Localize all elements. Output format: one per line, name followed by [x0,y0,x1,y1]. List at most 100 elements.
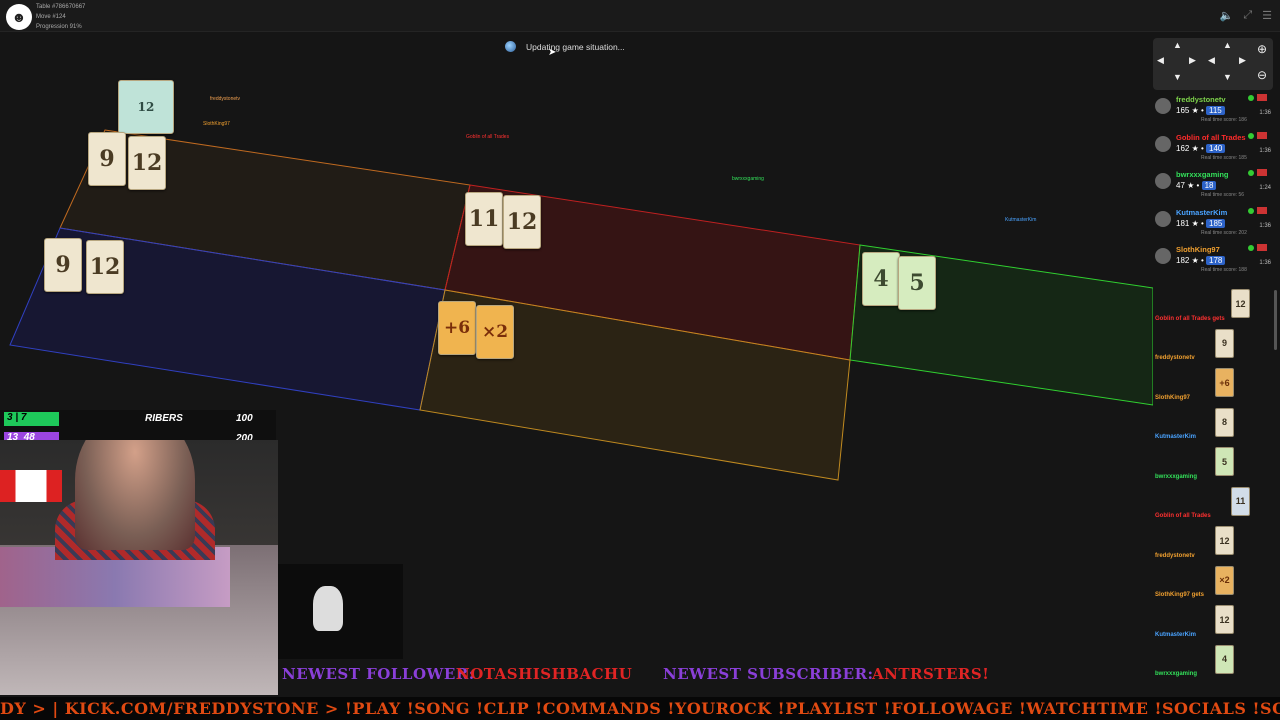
player-score: 178 [1206,256,1226,265]
board-card[interactable]: 5 [898,256,936,310]
arrow-up-icon[interactable]: ▲ [1223,40,1232,50]
log-player-name: Goblin of all Trades [1155,513,1211,519]
log-player-name: freddystonetv [1155,552,1195,559]
online-status-icon [1248,132,1254,139]
log-card: 8 [1215,407,1234,437]
player-score: 140 [1206,143,1226,153]
fullscreen-icon[interactable]: ⤢ [1243,9,1252,22]
top-icons: 🔈 ⤢ ☰ [1220,9,1272,22]
player-entry[interactable]: SlothKing97 182 ★ • 178 Real time score: 1… [1153,244,1273,282]
log-entry: Goblin of all Trades gets 12 [1153,286,1273,326]
arrow-up-icon[interactable]: ▲ [1173,40,1182,50]
player-name[interactable]: freddystonetv [1176,95,1226,104]
menu-icon[interactable]: ☰ [1262,9,1272,22]
player-clock: 1:36 [1259,147,1271,154]
newest-subscriber-label: NEWEST SUBSCRIBER: [663,665,874,683]
real-time-score: Real time score: 186 [1201,117,1247,123]
goal-value: 100 [236,413,253,424]
player-stats: 165 ★ • 115 [1176,106,1225,115]
board-card[interactable]: 12 [118,80,174,134]
arrow-left-icon[interactable]: ◀ [1157,55,1164,66]
stream-frame: ☻ Table #786670667 Move #124 Progression… [0,0,1280,720]
player-avatar[interactable] [1155,135,1171,152]
board-card[interactable]: 9 [88,132,126,186]
log-card: 11 [1231,486,1250,516]
webcam-feed [0,440,278,695]
zoom-in-icon[interactable]: ⊕ [1257,42,1267,56]
board-card[interactable]: ×2 [476,305,514,359]
log-player-name: KutmasterKim [1155,631,1197,638]
board-card[interactable]: 12 [503,195,541,249]
online-status-icon [1248,245,1254,251]
zoom-out-icon[interactable]: ⊖ [1257,68,1267,82]
player-name[interactable]: SlothKing97 [1176,245,1220,254]
player-tag: bwrxxxgaming [732,176,764,182]
board-card[interactable]: 12 [86,240,124,294]
board-card[interactable]: 11 [465,192,503,246]
log-entry: KutmasterKim 8 [1153,405,1273,445]
board-card[interactable]: 12 [128,136,166,190]
log-card: 12 [1215,526,1234,555]
board-card[interactable]: 4 [862,252,900,306]
player-avatar[interactable] [1155,98,1171,114]
newest-follower-label: NEWEST FOLLOWER: [282,665,475,683]
flag-icon [1257,131,1267,139]
log-player-name: SlothKing97 [1155,394,1191,401]
player-clock: 1:36 [1259,110,1271,116]
log-entry: freddystonetv 9 [1153,326,1273,366]
log-entry: KutmasterKim 12 [1153,602,1273,642]
player-avatar[interactable] [1155,248,1171,264]
goal-row: 3 | 7 RIBERS 100 [0,412,276,429]
log-card: 4 [1215,644,1234,674]
player-tag: KutmasterKim [1005,217,1037,223]
arrow-down-icon[interactable]: ▼ [1173,72,1182,82]
log-entry: bwrxxxgaming 5 [1153,444,1273,484]
player-stats: 181 ★ • 185 [1176,218,1226,228]
log-entry: bwrxxxgaming 4 [1153,642,1273,682]
player-entry[interactable]: bwrxxxgaming 47 ★ • 18 Real time score: 56… [1153,169,1273,207]
player-entry[interactable]: KutmasterKim 181 ★ • 185 Real time score: … [1153,206,1273,245]
player-entry[interactable]: freddystonetv 165 ★ • 115 Real time score:… [1153,94,1273,132]
player-clock: 1:36 [1259,222,1271,229]
log-entry: freddystonetv 12 [1153,523,1273,563]
log-card: +6 [1215,368,1234,397]
canada-flag [0,470,62,502]
player-entry[interactable]: Goblin of all Trades 162 ★ • 140 Real time… [1153,131,1273,170]
player-name[interactable]: Goblin of all Trades [1176,133,1246,142]
streamer [75,440,195,550]
player-score: 115 [1206,106,1225,115]
board-card[interactable]: +6 [438,301,476,355]
player-name[interactable]: bwrxxxgaming [1176,170,1229,179]
hand-cam [278,564,403,659]
log-player-name: Goblin of all Trades gets [1155,315,1225,322]
log-card: 12 [1231,289,1250,318]
player-tag: SlothKing97 [203,121,230,127]
board-card[interactable]: 9 [44,238,82,292]
player-clock: 1:24 [1259,185,1271,191]
player-avatar[interactable] [1155,173,1171,189]
player-stats: 47 ★ • 18 [1176,181,1217,190]
flag-icon [1257,94,1267,101]
online-status-icon [1248,207,1254,214]
real-time-score: Real time score: 56 [1201,192,1245,198]
log-card: ×2 [1215,565,1234,595]
log-scrollbar[interactable] [1274,290,1277,350]
volume-icon[interactable]: 🔈 [1220,9,1234,22]
player-list: freddystonetv 165 ★ • 115 Real time score:… [1153,94,1273,282]
arrow-down-icon[interactable]: ▼ [1223,72,1232,82]
arrow-right-icon[interactable]: ▶ [1239,55,1246,66]
arrow-right-icon[interactable]: ▶ [1189,55,1196,66]
log-entry: SlothKing97 gets ×2 [1153,563,1273,603]
hand [313,586,343,631]
log-player-name: bwrxxxgaming [1155,473,1198,480]
log-entry: SlothKing97 +6 [1153,365,1273,405]
flag-icon [1257,169,1267,176]
arrow-left-icon[interactable]: ◀ [1208,55,1215,66]
newest-follower-name: NOTASHISHBACHU [456,665,633,683]
log-player-name: KutmasterKim [1155,434,1197,440]
log-entry: Goblin of all Trades 11 [1153,484,1273,524]
player-tag: Goblin of all Trades [466,134,510,140]
player-avatar[interactable] [1155,210,1171,227]
player-name[interactable]: KutmasterKim [1176,208,1227,217]
log-card: 12 [1215,605,1234,634]
